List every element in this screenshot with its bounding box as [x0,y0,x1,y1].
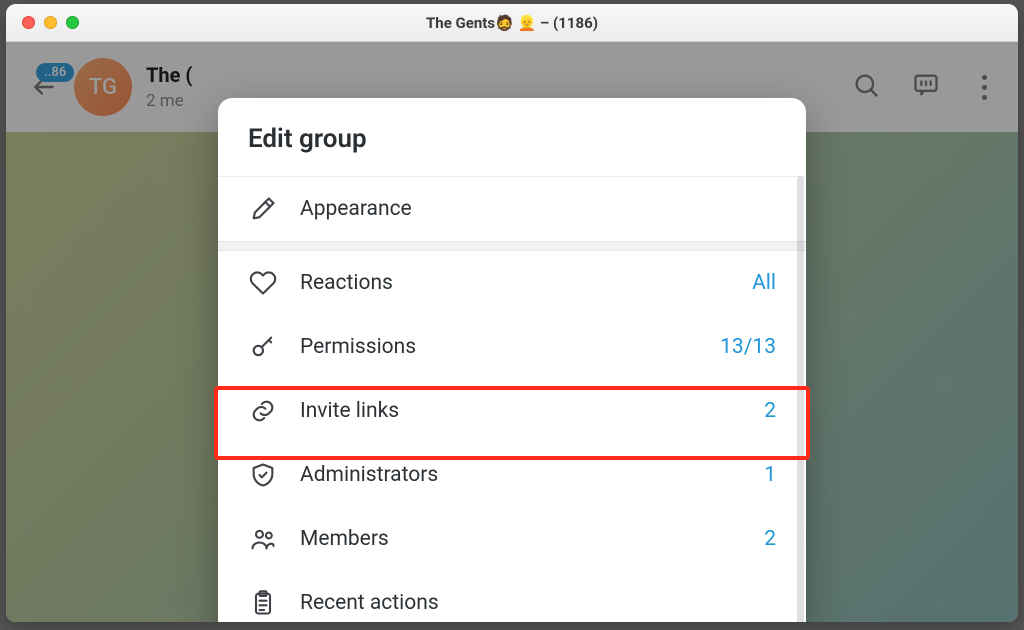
row-invite-links[interactable]: Invite links 2 [218,379,806,443]
modal-title: Edit group [218,98,806,177]
row-reactions-label: Reactions [300,271,730,295]
row-recent-actions-label: Recent actions [300,591,776,615]
row-reactions[interactable]: Reactions All [218,251,806,315]
row-permissions-label: Permissions [300,335,698,359]
row-administrators-label: Administrators [300,463,742,487]
window-title: The Gents🧔 👱 – (1186) [6,14,1018,32]
row-recent-actions[interactable]: Recent actions [218,571,806,622]
row-members-value: 2 [764,527,776,551]
window-minimize-button[interactable] [44,16,57,29]
row-permissions-value: 13/13 [720,335,776,359]
app-body: ..86 TG The ( 2 me [6,42,1018,622]
link-icon [248,396,278,426]
people-icon [248,524,278,554]
row-appearance-label: Appearance [300,197,776,221]
row-permissions[interactable]: Permissions 13/13 [218,315,806,379]
key-icon [248,332,278,362]
app-window: The Gents🧔 👱 – (1186) ..86 TG The ( 2 me [6,4,1018,622]
modal-scrollbar[interactable] [797,176,804,622]
paintbrush-icon [248,194,278,224]
clipboard-icon [248,588,278,618]
row-invite-links-value: 2 [764,399,776,423]
heart-icon [248,268,278,298]
row-reactions-value: All [752,271,776,295]
row-administrators-value: 1 [764,463,776,487]
row-appearance[interactable]: Appearance [218,177,806,241]
window-maximize-button[interactable] [66,16,79,29]
section-divider [218,241,806,251]
row-members[interactable]: Members 2 [218,507,806,571]
row-invite-links-label: Invite links [300,399,742,423]
window-controls [6,16,79,29]
row-members-label: Members [300,527,742,551]
edit-group-modal: Edit group Appearance Reactions All [218,98,806,622]
mac-titlebar: The Gents🧔 👱 – (1186) [6,4,1018,42]
row-administrators[interactable]: Administrators 1 [218,443,806,507]
shield-icon [248,460,278,490]
window-close-button[interactable] [22,16,35,29]
